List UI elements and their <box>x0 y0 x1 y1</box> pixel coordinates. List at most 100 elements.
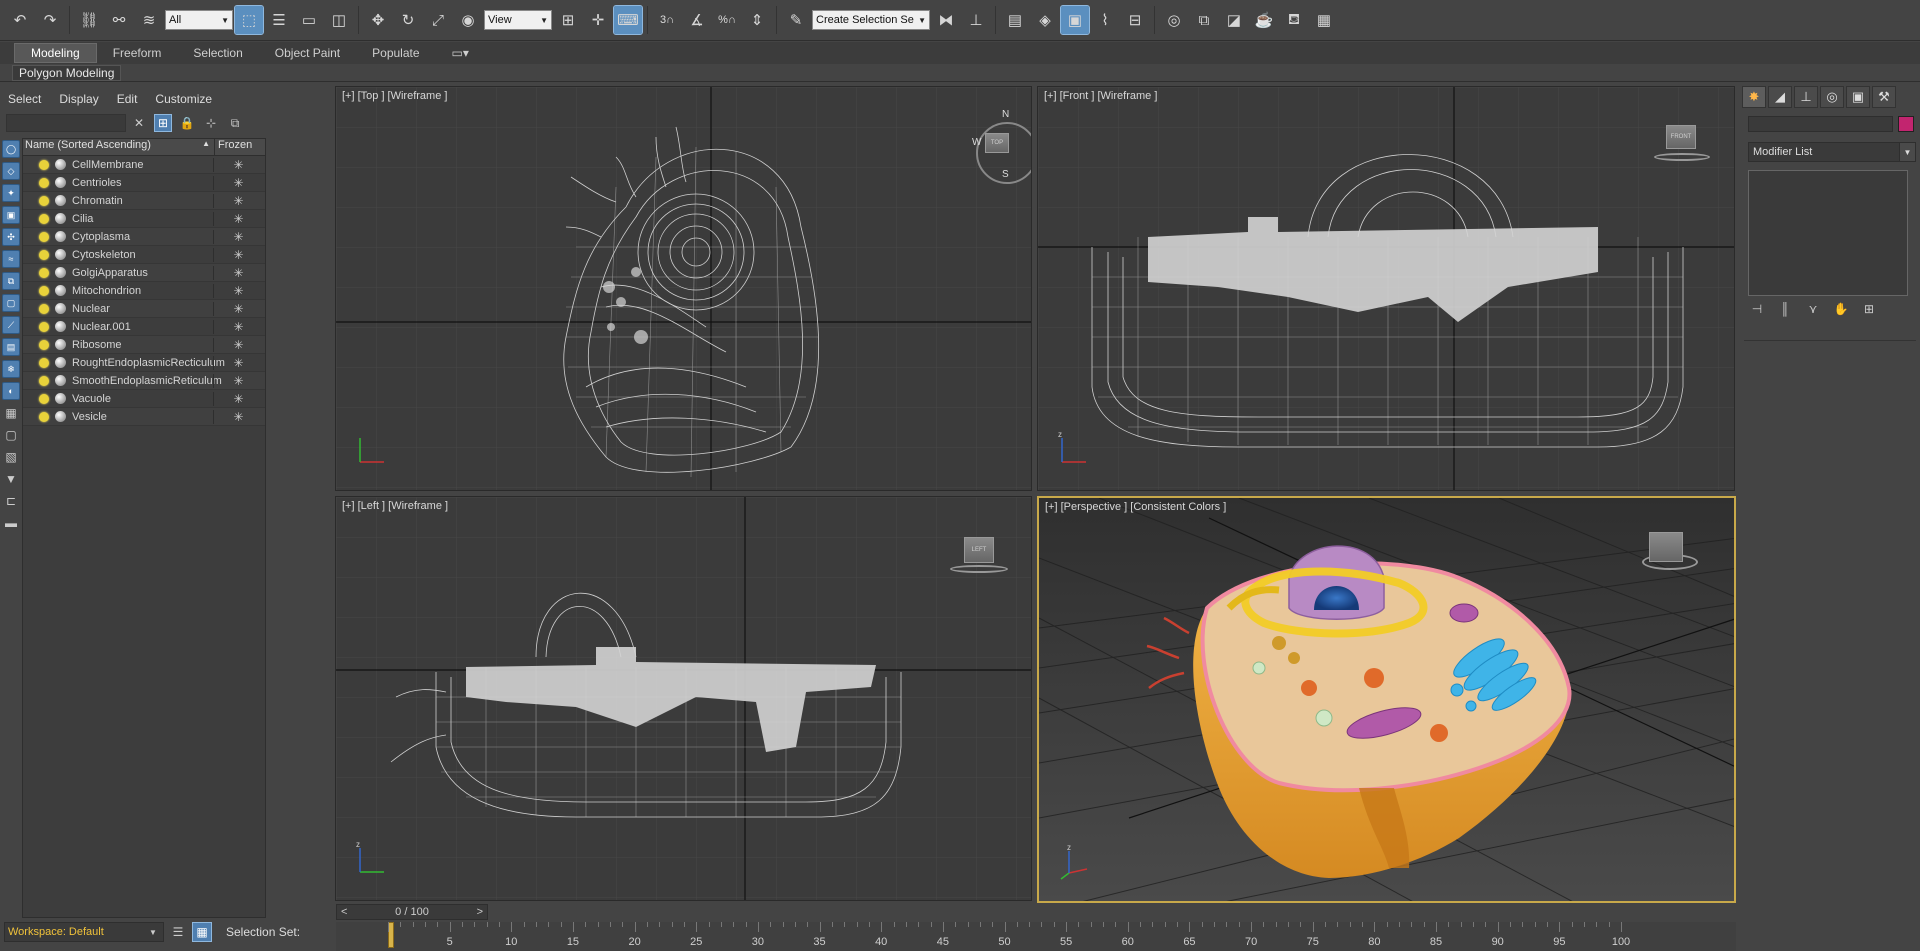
filter-icon[interactable]: ⊞ <box>154 114 172 132</box>
list-item[interactable]: Cytoskeleton ✳ <box>23 246 265 264</box>
lightbulb-icon[interactable] <box>39 393 49 404</box>
bind-spacewarp-icon[interactable]: ≋ <box>135 6 163 34</box>
select-children-icon[interactable]: ⊹ <box>202 114 220 132</box>
layer-explorer-icon[interactable]: ▤ <box>1001 6 1029 34</box>
create-icon[interactable]: ✸ <box>1742 86 1766 108</box>
display-frozen-icon[interactable]: ❄ <box>2 360 20 378</box>
frozen-toggle-icon[interactable]: ✳ <box>213 157 263 172</box>
layers-stack-icon[interactable]: ☰ <box>168 922 188 942</box>
tab-populate[interactable]: Populate <box>356 44 435 62</box>
modify-icon[interactable]: ◢ <box>1768 86 1792 108</box>
lightbulb-icon[interactable] <box>39 249 49 260</box>
track-bar[interactable]: 5 10 15 20 25 30 35 40 45 50 55 60 65 70 75 80 85 90 95 100 <box>336 922 1736 951</box>
viewport-top[interactable]: [+] [Top ] [Wireframe ] TOP N S W <box>335 86 1032 491</box>
list-item[interactable]: CellMembrane ✳ <box>23 156 265 174</box>
frozen-toggle-icon[interactable]: ✳ <box>213 211 263 226</box>
viewport-label[interactable]: [+] [Perspective ] [Consistent Colors ] <box>1045 501 1226 513</box>
display-hidden-icon[interactable]: ◐ <box>2 382 20 400</box>
layers-icon[interactable]: ◈ <box>1031 6 1059 34</box>
display-cameras-icon[interactable]: ▣ <box>2 206 20 224</box>
spinner-snap-icon[interactable]: ⇕ <box>743 6 771 34</box>
render-setup-icon[interactable]: ⧉ <box>1190 6 1218 34</box>
display-shapes-icon[interactable]: ◇ <box>2 162 20 180</box>
tab-freeform[interactable]: Freeform <box>97 44 178 62</box>
lightbulb-icon[interactable] <box>39 375 49 386</box>
viewport-label[interactable]: [+] [Front ] [Wireframe ] <box>1044 90 1157 102</box>
viewcube-ring[interactable] <box>1654 153 1710 161</box>
snaps-toggle-icon[interactable]: 3 ∩ <box>653 6 681 34</box>
edit-named-selection-icon[interactable]: ✎ <box>782 6 810 34</box>
link-icon[interactable]: ⛓ <box>75 6 103 34</box>
frozen-toggle-icon[interactable]: ✳ <box>213 175 263 190</box>
utilities-icon[interactable]: ⚒ <box>1872 86 1896 108</box>
frozen-toggle-icon[interactable]: ✳ <box>213 301 263 316</box>
select-object-icon[interactable]: ⬚ <box>234 5 264 35</box>
column-frozen[interactable]: Frozen <box>215 139 252 155</box>
select-by-name-icon[interactable]: ☰ <box>265 6 293 34</box>
show-end-result-icon[interactable]: ║ <box>1776 302 1794 316</box>
motion-icon[interactable]: ◎ <box>1820 86 1844 108</box>
list-item[interactable]: Mitochondrion ✳ <box>23 282 265 300</box>
frozen-toggle-icon[interactable]: ✳ <box>213 355 263 370</box>
list-item[interactable]: Nuclear ✳ <box>23 300 265 318</box>
viewcube-top[interactable]: TOP <box>985 133 1009 153</box>
list-item[interactable]: Nuclear.001 ✳ <box>23 318 265 336</box>
select-manipulate-icon[interactable]: ✛ <box>584 6 612 34</box>
time-slider[interactable]: < 0 / 100 > <box>336 904 1736 920</box>
make-unique-icon[interactable]: ⋎ <box>1804 302 1822 316</box>
list-item[interactable]: GolgiApparatus ✳ <box>23 264 265 282</box>
tab-modeling[interactable]: Modeling <box>14 43 97 63</box>
display-invert-icon[interactable]: ▧ <box>2 448 20 466</box>
workspace-dropdown[interactable]: Workspace: Default ▼ <box>4 922 164 942</box>
undo-icon[interactable]: ↶ <box>6 6 34 34</box>
tab-object-paint[interactable]: Object Paint <box>259 44 356 62</box>
clear-search-icon[interactable]: ✕ <box>130 114 148 132</box>
display-groups-icon[interactable]: ⧉ <box>2 272 20 290</box>
move-icon[interactable]: ✥ <box>364 6 392 34</box>
polygon-modeling-label[interactable]: Polygon Modeling <box>12 65 122 81</box>
scene-explorer-toggle-icon[interactable]: ▦ <box>192 922 212 942</box>
place-icon[interactable]: ◉ <box>454 6 482 34</box>
column-name[interactable]: Name (Sorted Ascending) ▲ <box>23 139 215 155</box>
viewport-label[interactable]: [+] [Left ] [Wireframe ] <box>342 500 448 512</box>
frozen-toggle-icon[interactable]: ✳ <box>213 409 263 424</box>
rotate-icon[interactable]: ↻ <box>394 6 422 34</box>
frozen-toggle-icon[interactable]: ✳ <box>213 319 263 334</box>
frozen-toggle-icon[interactable]: ✳ <box>213 337 263 352</box>
render-production-icon[interactable]: ☕ <box>1250 6 1278 34</box>
viewport-left[interactable]: [+] [Left ] [Wireframe ] LEFT z <box>335 496 1032 901</box>
display-lights-icon[interactable]: ✦ <box>2 184 20 202</box>
redo-icon[interactable]: ↷ <box>36 6 64 34</box>
viewcube-left[interactable]: LEFT <box>964 537 994 563</box>
object-color-swatch[interactable] <box>1898 116 1914 132</box>
angle-snap-icon[interactable]: ∡ <box>683 6 711 34</box>
list-item[interactable]: Chromatin ✳ <box>23 192 265 210</box>
pivot-center-icon[interactable]: ⊞ <box>554 6 582 34</box>
lightbulb-icon[interactable] <box>39 195 49 206</box>
frozen-toggle-icon[interactable]: ✳ <box>213 265 263 280</box>
selection-filter-dropdown[interactable]: All ▼ <box>165 10 233 30</box>
lightbulb-icon[interactable] <box>39 411 49 422</box>
scene-explorer-icon[interactable]: ▣ <box>1060 5 1090 35</box>
menu-select[interactable]: Select <box>8 92 41 106</box>
list-item[interactable]: Cilia ✳ <box>23 210 265 228</box>
window-crossing-icon[interactable]: ◫ <box>325 6 353 34</box>
keyboard-shortcut-override-icon[interactable]: ⌨ <box>613 5 643 35</box>
lightbulb-icon[interactable] <box>39 159 49 170</box>
display-all-icon[interactable]: ▦ <box>2 404 20 422</box>
align-icon[interactable]: ⊥ <box>962 6 990 34</box>
display-geometry-icon[interactable]: ◯ <box>2 140 20 158</box>
filter-funnel-icon[interactable]: ▼ <box>2 470 20 488</box>
tab-selection[interactable]: Selection <box>177 44 258 62</box>
display-none-icon[interactable]: ▢ <box>2 426 20 444</box>
viewcube-perspective[interactable] <box>1649 532 1683 562</box>
display-bones-icon[interactable]: ⟋ <box>2 316 20 334</box>
display-icon[interactable]: ▣ <box>1846 86 1870 108</box>
frozen-toggle-icon[interactable]: ✳ <box>213 373 263 388</box>
frozen-toggle-icon[interactable]: ✳ <box>213 391 263 406</box>
remove-modifier-icon[interactable]: ✋ <box>1832 302 1850 316</box>
frozen-toggle-icon[interactable]: ✳ <box>213 283 263 298</box>
frozen-toggle-icon[interactable]: ✳ <box>213 193 263 208</box>
rect-selection-icon[interactable]: ▭ <box>295 6 323 34</box>
reference-coord-dropdown[interactable]: View ▼ <box>484 10 552 30</box>
